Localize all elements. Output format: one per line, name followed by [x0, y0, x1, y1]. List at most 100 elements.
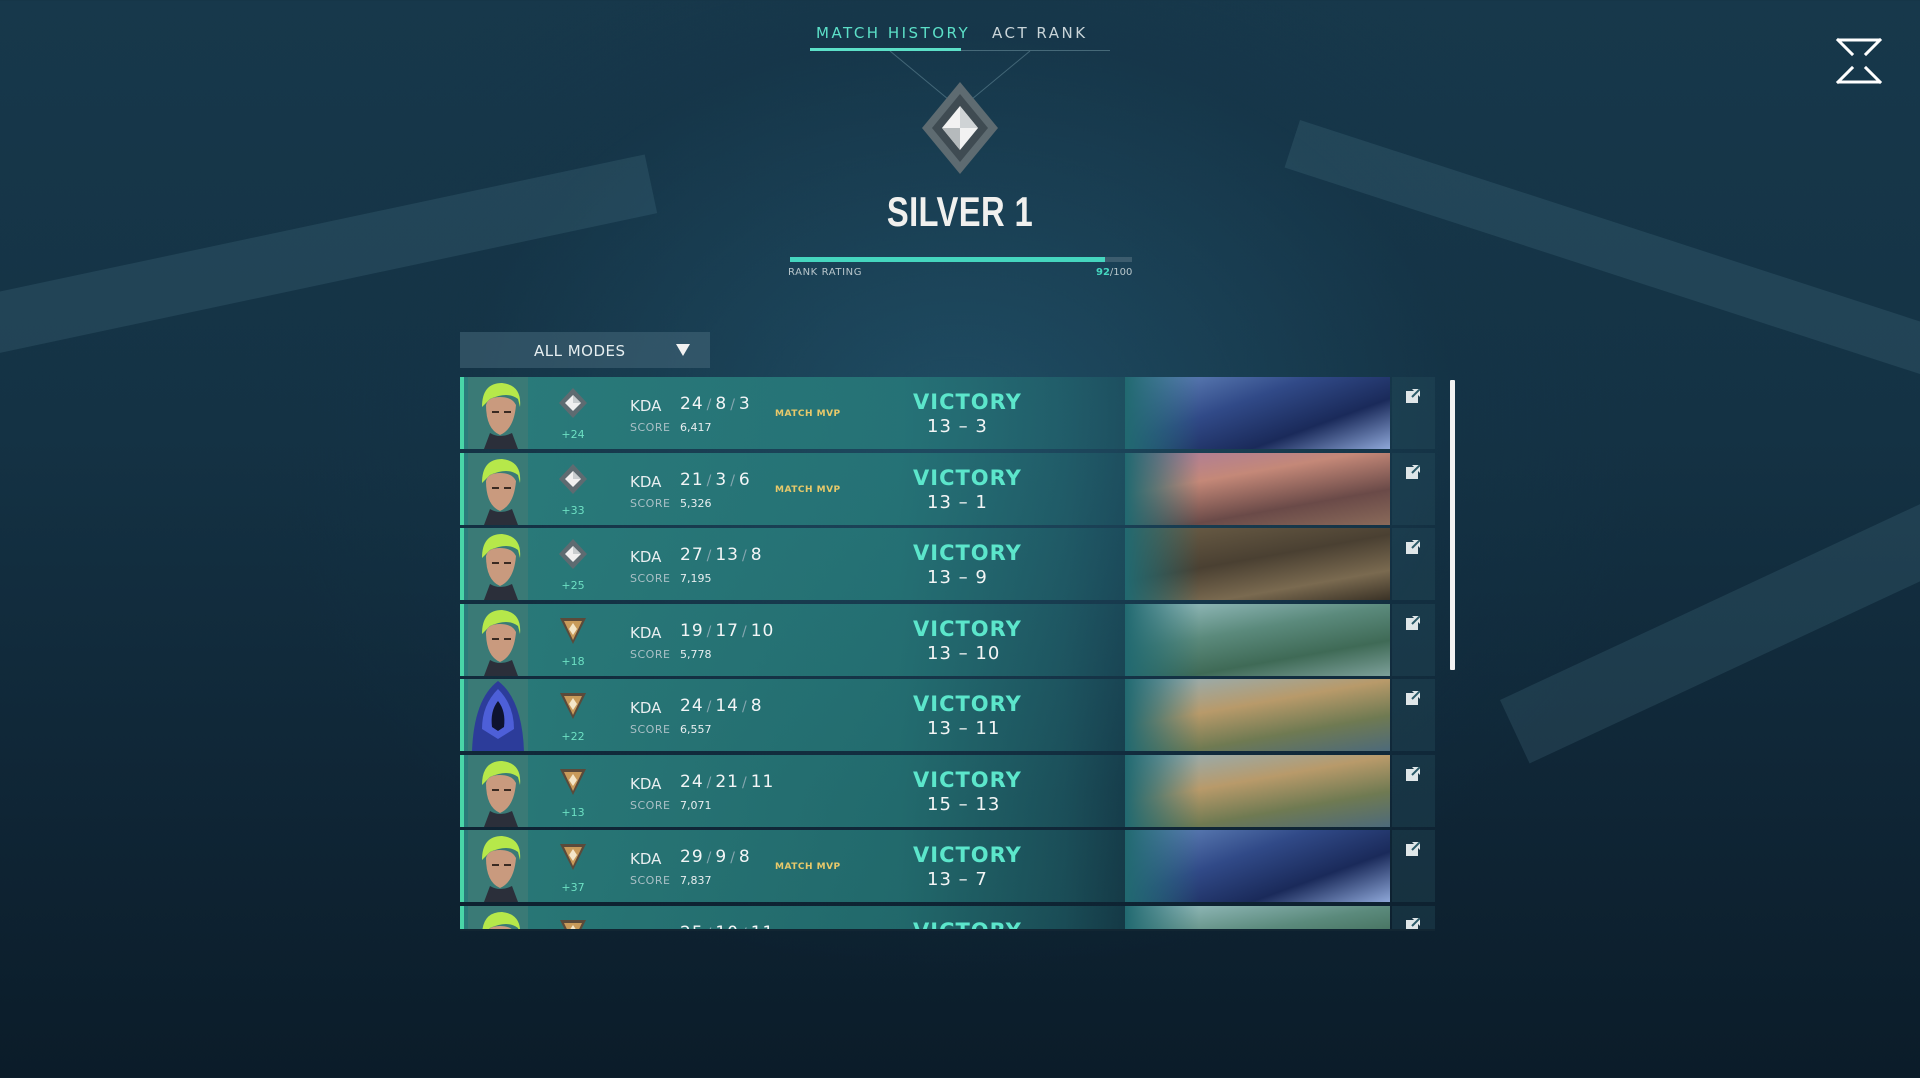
- enemy-score: 1: [975, 491, 988, 513]
- score-label: SCORE: [630, 421, 671, 434]
- match-details-button[interactable]: [1392, 452, 1435, 525]
- external-link-icon: [1406, 464, 1420, 479]
- assists: 8: [738, 847, 751, 867]
- score-dash: –: [958, 416, 969, 437]
- score-value: 6,557: [680, 723, 712, 736]
- kda-value: 24/14/8: [680, 696, 763, 716]
- kda-separator: /: [742, 926, 748, 930]
- enemy-score: 11: [975, 718, 1001, 739]
- green-hair-agent-portrait: [468, 452, 528, 525]
- team-score: 13: [927, 567, 952, 588]
- match-row[interactable]: KDA 25/10/11 SCORE VICTORY: [460, 905, 1435, 930]
- deaths: 21: [715, 771, 739, 792]
- kda-separator: /: [730, 850, 736, 866]
- rank-rating-max: 100: [1113, 267, 1133, 278]
- kda-label: KDA: [630, 850, 662, 868]
- deaths: 10: [715, 923, 739, 930]
- team-score: 13: [927, 491, 952, 513]
- bronze-rank-icon: [557, 840, 589, 872]
- external-link-icon: [1406, 766, 1420, 781]
- bronze-rank-icon: [557, 614, 589, 646]
- round-score: 13 – 1: [927, 492, 988, 513]
- rank-rating-label: RANK RATING: [788, 267, 863, 278]
- score-label: SCORE: [630, 647, 671, 661]
- mode-filter-dropdown[interactable]: ALL MODES: [460, 332, 710, 368]
- match-details-button[interactable]: [1392, 603, 1435, 676]
- kills: 27: [680, 545, 704, 565]
- match-result: VICTORY: [913, 616, 1022, 641]
- score-dash: –: [958, 718, 969, 739]
- round-score: 13 – 7: [927, 869, 988, 890]
- rank-rating-value: 92/100: [1096, 267, 1132, 278]
- kda-separator: /: [706, 472, 713, 489]
- team-score: 13: [927, 869, 952, 890]
- kda-label: KDA: [630, 926, 661, 930]
- match-details-button[interactable]: [1392, 754, 1435, 827]
- kda-separator: /: [742, 548, 748, 564]
- kda-value: 29/9/8: [680, 847, 751, 867]
- tab-match-history[interactable]: MATCH HISTORY: [816, 24, 970, 42]
- match-row[interactable]: +33 KDA 21/3/6 SCORE 5,326 MATCH MVP VIC…: [460, 452, 1435, 525]
- match-row[interactable]: +25 KDA 27/13/8 SCORE 7,195 VICTORY 13 –…: [460, 528, 1435, 600]
- green-hair-agent-portrait: [468, 754, 528, 827]
- bronze-rank-icon: [557, 689, 589, 721]
- map-thumbnail-bind: [1125, 905, 1390, 929]
- map-thumbnail-haven: [1125, 528, 1390, 600]
- kda-separator: /: [706, 623, 713, 640]
- match-details-button[interactable]: [1392, 377, 1435, 449]
- close-icon[interactable]: [1834, 36, 1884, 86]
- kda-value: 24/8/3: [680, 394, 751, 414]
- green-hair-agent-portrait: [468, 528, 528, 600]
- match-details-button[interactable]: [1392, 905, 1435, 929]
- scrollbar-thumb[interactable]: [1450, 380, 1455, 670]
- match-row[interactable]: +18 KDA 19/17/10 SCORE 5,778 VICTORY 13 …: [460, 603, 1435, 676]
- map-thumbnail-ascent: [1125, 754, 1390, 827]
- match-details-button[interactable]: [1392, 528, 1435, 600]
- match-row[interactable]: +24 KDA 24/8/3 SCORE 6,417 MATCH MVP VIC…: [460, 377, 1435, 449]
- bronze-rank-icon: [557, 916, 589, 929]
- hooded-blue-agent-portrait: [468, 679, 528, 751]
- kills: 24: [680, 771, 704, 792]
- kda-label: KDA: [630, 623, 662, 642]
- tab-act-rank[interactable]: ACT RANK: [992, 24, 1088, 42]
- rr-change: +18: [561, 654, 585, 668]
- score-value: 5,778: [680, 647, 712, 661]
- score-label: SCORE: [630, 572, 671, 585]
- rank-rating-current: 92: [1096, 267, 1110, 278]
- score-dash: –: [958, 793, 969, 815]
- external-link-icon: [1406, 842, 1420, 856]
- team-score: 13: [927, 718, 952, 739]
- silver-rank-icon: [557, 463, 589, 495]
- match-row[interactable]: +37 KDA 29/9/8 SCORE 7,837 MATCH MVP VIC…: [460, 830, 1435, 902]
- external-link-icon: [1406, 540, 1420, 554]
- green-hair-agent-portrait: [468, 603, 528, 676]
- chevron-down-icon: [676, 344, 690, 356]
- kda-separator: /: [742, 623, 748, 640]
- kda-separator: /: [706, 548, 713, 564]
- mvp-badge: MATCH MVP: [775, 409, 841, 419]
- external-link-icon: [1406, 615, 1420, 630]
- match-details-button[interactable]: [1392, 679, 1435, 751]
- enemy-score: 13: [975, 793, 1001, 815]
- silver-rank-emblem-icon: [922, 82, 998, 174]
- match-result: VICTORY: [913, 541, 1022, 565]
- kills: 25: [680, 923, 704, 930]
- score-label: SCORE: [630, 874, 671, 887]
- score-value: 5,326: [680, 496, 712, 510]
- kills: 21: [680, 469, 704, 490]
- team-score: 13: [927, 416, 952, 437]
- map-thumbnail-ascent: [1125, 679, 1390, 751]
- silver-rank-icon: [557, 538, 589, 570]
- match-result: VICTORY: [913, 843, 1022, 867]
- match-details-button[interactable]: [1392, 830, 1435, 902]
- rr-change: +13: [561, 805, 585, 819]
- score-value: 6,417: [680, 421, 712, 434]
- match-row[interactable]: +13 KDA 24/21/11 SCORE 7,071 VICTORY 15 …: [460, 754, 1435, 827]
- match-row[interactable]: +22 KDA 24/14/8 SCORE 6,557 VICTORY 13 –…: [460, 679, 1435, 751]
- green-hair-agent-portrait: [468, 905, 528, 929]
- deaths: 13: [715, 545, 739, 565]
- kda-separator: /: [742, 774, 748, 791]
- kda-separator: /: [706, 699, 713, 715]
- assists: 10: [750, 620, 775, 641]
- kda-separator: /: [730, 397, 736, 413]
